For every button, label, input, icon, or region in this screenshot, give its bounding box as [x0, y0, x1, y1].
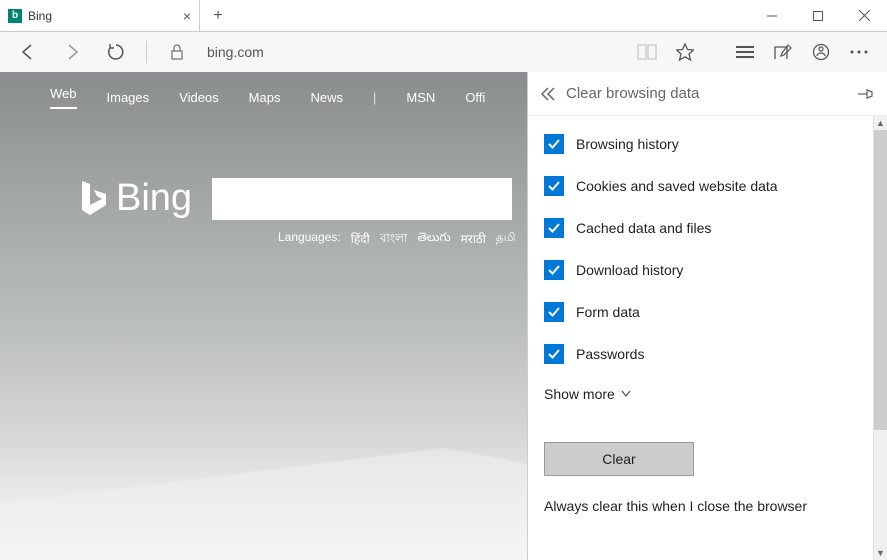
share-icon[interactable] [803, 34, 839, 70]
checkbox-icon[interactable] [544, 218, 564, 238]
scroll-down-arrow[interactable]: ▼ [874, 546, 887, 560]
maximize-button[interactable] [795, 0, 841, 31]
minimize-button[interactable] [749, 0, 795, 31]
check-cached[interactable]: Cached data and files [544, 218, 871, 238]
pin-icon[interactable] [857, 87, 875, 101]
forward-button[interactable] [54, 34, 90, 70]
scroll-thumb[interactable] [874, 130, 887, 430]
close-tab-icon[interactable]: × [183, 8, 191, 24]
checkbox-icon[interactable] [544, 260, 564, 280]
check-cookies[interactable]: Cookies and saved website data [544, 176, 871, 196]
lang-link[interactable]: తెలుగు [417, 230, 450, 250]
chevron-down-icon [621, 390, 631, 398]
panel-body: Browsing history Cookies and saved websi… [528, 116, 887, 560]
tab-title: Bing [28, 9, 52, 23]
hub-icon[interactable] [727, 34, 763, 70]
window-controls [749, 0, 887, 31]
clear-browsing-data-panel: Clear browsing data Browsing history Coo… [527, 72, 887, 560]
always-clear-label: Always clear this when I close the brows… [544, 498, 871, 514]
check-download-history[interactable]: Download history [544, 260, 871, 280]
languages-label: Languages: [278, 230, 341, 250]
address-bar[interactable]: bing.com [207, 44, 264, 60]
scroll-up-arrow[interactable]: ▲ [874, 116, 887, 130]
nav-separator: | [373, 90, 376, 105]
lock-icon [159, 34, 195, 70]
favorites-icon[interactable] [667, 34, 703, 70]
panel-scrollbar[interactable]: ▲ ▼ [873, 116, 887, 560]
more-icon[interactable] [841, 34, 877, 70]
refresh-button[interactable] [98, 34, 134, 70]
lang-link[interactable]: বাংলা [380, 230, 408, 250]
nav-office[interactable]: Offi [465, 90, 485, 105]
new-tab-button[interactable]: + [200, 0, 236, 31]
check-label: Cookies and saved website data [576, 178, 778, 194]
lang-link[interactable]: தமி [496, 230, 516, 250]
nav-images[interactable]: Images [107, 90, 150, 105]
checkbox-icon[interactable] [544, 344, 564, 364]
nav-videos[interactable]: Videos [179, 90, 219, 105]
check-form-data[interactable]: Form data [544, 302, 871, 322]
bing-logo-mark [78, 179, 108, 219]
panel-header: Clear browsing data [528, 72, 887, 116]
browser-tab[interactable]: b Bing × [0, 0, 200, 31]
title-bar: b Bing × + [0, 0, 887, 32]
check-browsing-history[interactable]: Browsing history [544, 134, 871, 154]
bing-logo-text: Bing [116, 177, 192, 220]
check-label: Form data [576, 304, 640, 320]
browser-toolbar: bing.com [0, 32, 887, 72]
nav-web[interactable]: Web [50, 86, 77, 109]
panel-title: Clear browsing data [566, 85, 699, 102]
back-chevron-icon[interactable] [540, 87, 556, 101]
check-label: Browsing history [576, 136, 679, 152]
nav-msn[interactable]: MSN [406, 90, 435, 105]
check-label: Download history [576, 262, 683, 278]
expand-button[interactable] [40, 502, 80, 542]
back-button[interactable] [10, 34, 46, 70]
checkbox-icon[interactable] [544, 302, 564, 322]
checkbox-icon[interactable] [544, 176, 564, 196]
clear-button-label: Clear [602, 451, 635, 467]
notes-icon[interactable] [765, 34, 801, 70]
search-input[interactable] [212, 178, 512, 220]
reading-view-icon[interactable] [629, 34, 665, 70]
checkbox-icon[interactable] [544, 134, 564, 154]
lang-link[interactable]: हिंदी [351, 230, 370, 250]
bing-favicon: b [8, 9, 22, 23]
close-window-button[interactable] [841, 0, 887, 31]
bing-logo: Bing [78, 177, 192, 220]
show-more-label: Show more [544, 386, 615, 402]
check-label: Passwords [576, 346, 644, 362]
scroll-left-arrow[interactable] [0, 547, 14, 560]
lang-link[interactable]: मराठी [461, 230, 486, 250]
nav-news[interactable]: News [310, 90, 343, 105]
nav-maps[interactable]: Maps [249, 90, 281, 105]
check-passwords[interactable]: Passwords [544, 344, 871, 364]
check-label: Cached data and files [576, 220, 711, 236]
clear-button[interactable]: Clear [544, 442, 694, 476]
show-more-link[interactable]: Show more [544, 386, 871, 402]
